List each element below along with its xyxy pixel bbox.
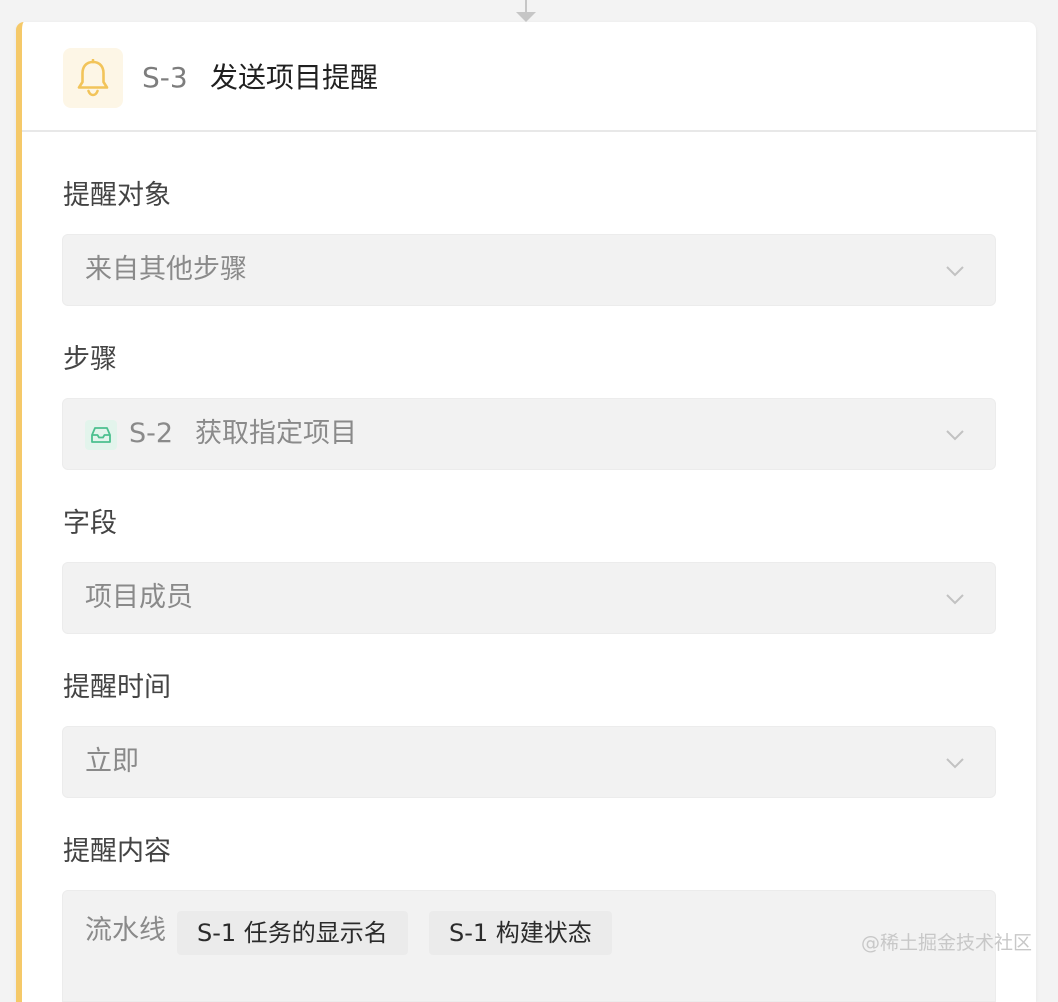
step-ref-select[interactable]: S-2 获取指定项目	[62, 398, 996, 470]
target-label: 提醒对象	[63, 180, 171, 211]
variable-chip[interactable]: S-1 任务的显示名	[177, 911, 408, 955]
chevron-down-icon	[946, 430, 964, 441]
time-select[interactable]: 立即	[62, 726, 996, 798]
step-card-header[interactable]: S-3 发送项目提醒	[22, 22, 1036, 132]
inbox-icon	[85, 420, 117, 450]
step-id: S-3	[142, 61, 188, 94]
flow-connector-arrow-icon	[516, 12, 536, 22]
content-editor[interactable]: 流水线 S-1 任务的显示名 S-1 构建状态	[62, 890, 996, 1002]
content-label: 提醒内容	[63, 836, 171, 867]
field-select-value: 项目成员	[85, 582, 193, 613]
time-label: 提醒时间	[63, 672, 171, 703]
step-card: S-3 发送项目提醒 提醒对象 来自其他步骤 步骤 S-2 获取指定项目 字段 …	[16, 22, 1036, 1002]
step-ref-name: 获取指定项目	[195, 418, 357, 449]
chevron-down-icon	[946, 266, 964, 277]
step-ref-label: 步骤	[63, 344, 117, 375]
step-title: 发送项目提醒	[210, 61, 379, 94]
time-select-value: 立即	[85, 746, 139, 777]
field-label: 字段	[63, 508, 117, 539]
watermark: @稀土掘金技术社区	[860, 932, 1032, 954]
step-ref-id: S-2	[129, 418, 174, 449]
bell-icon	[63, 48, 123, 108]
target-select[interactable]: 来自其他步骤	[62, 234, 996, 306]
chevron-down-icon	[946, 594, 964, 605]
chevron-down-icon	[946, 758, 964, 769]
variable-chip[interactable]: S-1 构建状态	[429, 911, 612, 955]
target-select-value: 来自其他步骤	[85, 254, 247, 285]
content-prefix-text: 流水线	[85, 915, 166, 946]
field-select[interactable]: 项目成员	[62, 562, 996, 634]
